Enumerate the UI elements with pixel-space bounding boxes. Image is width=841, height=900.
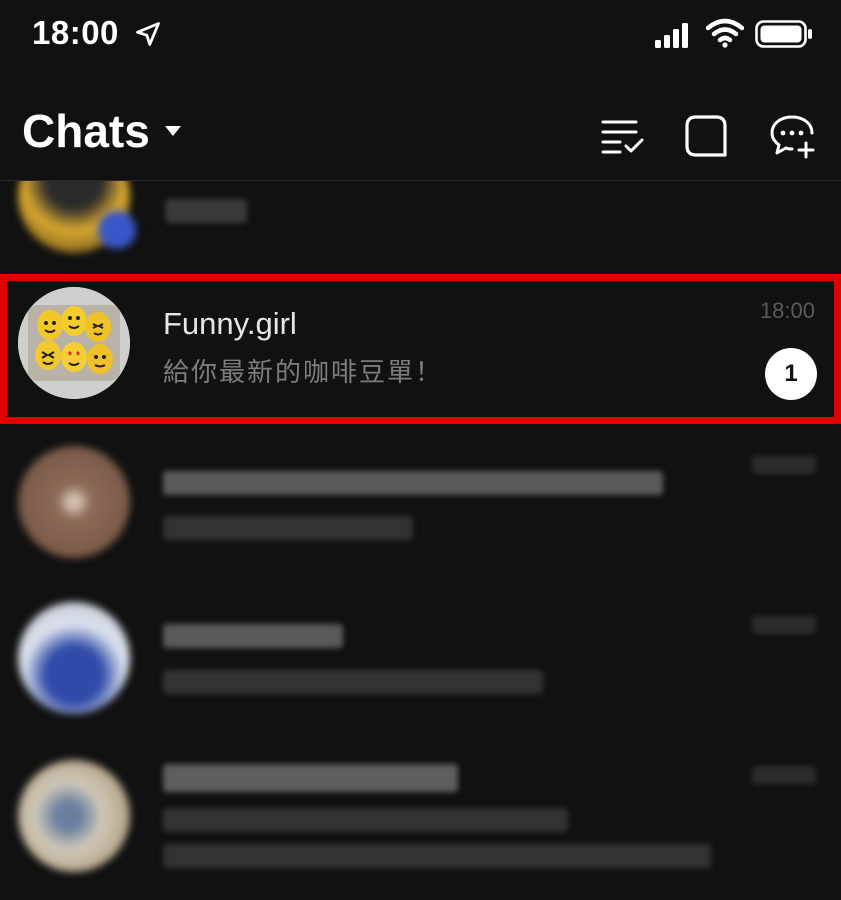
compose-square-icon[interactable] [682, 112, 730, 160]
edit-list-icon[interactable] [598, 112, 646, 160]
avatar [18, 760, 130, 872]
blurred-preview [165, 199, 247, 223]
avatar-status-badge [98, 211, 136, 249]
blurred-name [163, 624, 343, 648]
chat-row-blurred-1[interactable] [0, 181, 841, 277]
page-title: Chats [22, 105, 150, 157]
wifi-icon [706, 18, 744, 48]
caret-down-icon [164, 126, 181, 136]
chats-screen: 18:00 Chats Funny.girl 給你最新的咖啡豆單！ 18:00 … [0, 0, 841, 900]
battery-icon [755, 20, 812, 48]
blurred-preview [163, 516, 413, 540]
blurred-preview [163, 808, 568, 832]
highlight-frame [0, 274, 841, 424]
title-dropdown[interactable]: Chats [22, 104, 182, 158]
cellular-signal-icon [655, 23, 688, 48]
blurred-name [163, 764, 458, 792]
new-chat-bubble-icon[interactable] [768, 112, 816, 160]
blurred-time [752, 616, 816, 634]
avatar [18, 446, 130, 558]
blurred-preview-line-2 [163, 844, 711, 868]
blurred-time [752, 766, 816, 784]
chat-list: Funny.girl 給你最新的咖啡豆單！ 18:00 1 [0, 181, 841, 900]
status-time: 18:00 [32, 14, 119, 51]
chat-row-blurred-4[interactable] [0, 746, 841, 900]
avatar [18, 602, 130, 714]
blurred-preview [163, 670, 543, 694]
status-bar: 18:00 [0, 0, 841, 72]
location-arrow-icon [136, 22, 160, 46]
chats-header: Chats [0, 90, 841, 181]
blurred-name [163, 471, 663, 495]
blurred-time [752, 456, 816, 474]
chat-row-blurred-2[interactable] [0, 431, 841, 587]
chat-row-blurred-3[interactable] [0, 588, 841, 744]
